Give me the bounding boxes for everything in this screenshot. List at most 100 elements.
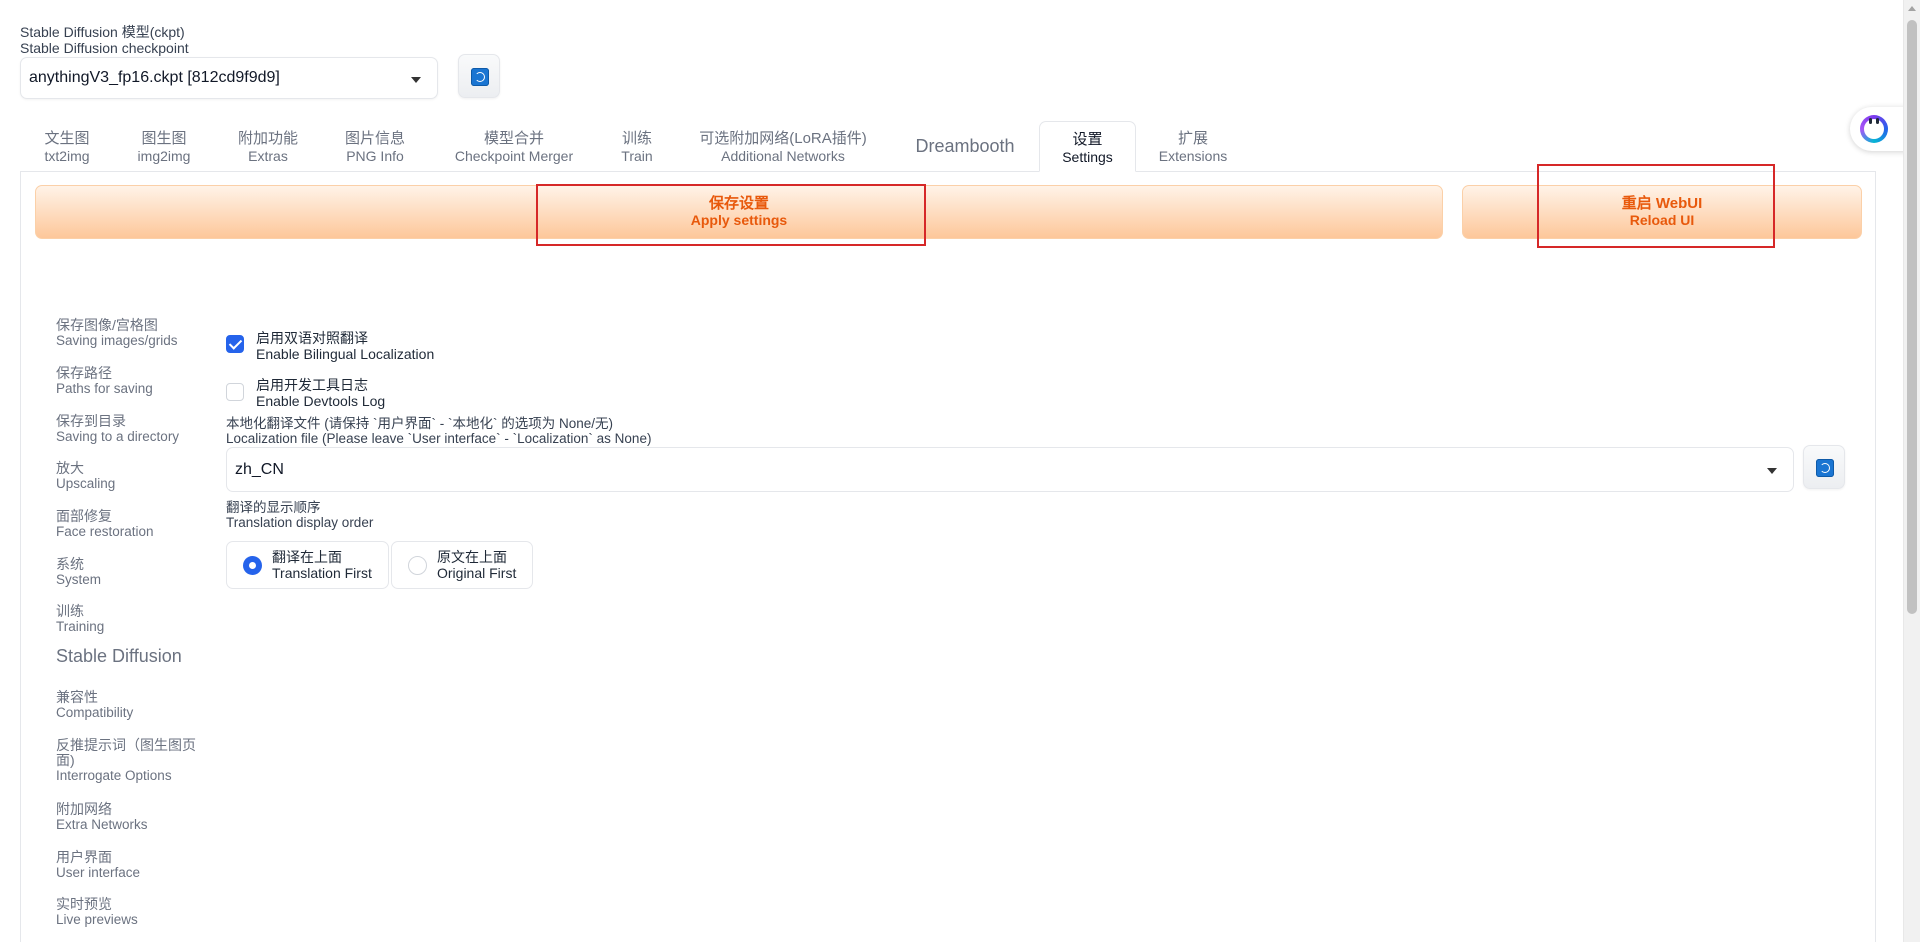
devtools-label-en: Enable Devtools Log bbox=[256, 393, 386, 409]
sidebar-item-label-en: Live previews bbox=[56, 912, 138, 927]
sidebar-item-label-en: Saving images/grids bbox=[56, 333, 178, 348]
localization-file-label-en: Localization file (Please leave `User in… bbox=[226, 431, 652, 446]
tab-img2img[interactable]: 图生图 img2img bbox=[130, 130, 198, 164]
devtools-label-zh: 启用开发工具日志 bbox=[256, 377, 368, 393]
sidebar-item-upscaling[interactable]: 放大 Upscaling bbox=[56, 460, 206, 492]
tab-settings[interactable]: 设置 Settings bbox=[1039, 121, 1136, 172]
assistant-eye-icon bbox=[1869, 118, 1872, 124]
sidebar-item-saving-images[interactable]: 保存图像/宫格图 Saving images/grids bbox=[56, 317, 206, 349]
checkpoint-label: Stable Diffusion 模型(ckpt) Stable Diffusi… bbox=[20, 24, 189, 56]
tab-label-en: Additional Networks bbox=[721, 148, 845, 164]
radio-original-first-label: 原文在上面 Original First bbox=[437, 549, 516, 581]
checkpoint-value: anythingV3_fp16.ckpt [812cd9f9d9] bbox=[29, 69, 280, 86]
sidebar-item-label-en: Face restoration bbox=[56, 524, 154, 539]
localization-file-label-zh: 本地化翻译文件 (请保持 `用户界面` - `本地化` 的选项为 None/无) bbox=[226, 416, 613, 431]
display-order-label-en: Translation display order bbox=[226, 515, 374, 530]
tab-label-zh: 训练 bbox=[621, 130, 652, 147]
tab-label-en: txt2img bbox=[44, 148, 90, 164]
radio-translation-first-label: 翻译在上面 Translation First bbox=[272, 549, 372, 581]
sidebar-item-label-zh: 附加网络 bbox=[56, 801, 112, 817]
assistant-eye-icon bbox=[1876, 118, 1879, 124]
sidebar-item-label: Stable Diffusion bbox=[56, 646, 182, 666]
sidebar-item-extra-networks[interactable]: 附加网络 Extra Networks bbox=[56, 801, 206, 833]
radio-unselected-icon bbox=[408, 556, 427, 575]
checkpoint-refresh-button[interactable] bbox=[458, 54, 500, 98]
display-order-label: 翻译的显示顺序 Translation display order bbox=[226, 500, 373, 530]
scrollbar-thumb[interactable] bbox=[1907, 20, 1917, 614]
radio-label-zh: 原文在上面 bbox=[437, 549, 507, 565]
sidebar-item-label-en: Saving to a directory bbox=[56, 429, 180, 444]
checkpoint-dropdown[interactable]: anythingV3_fp16.ckpt [812cd9f9d9] bbox=[20, 57, 438, 99]
sidebar-item-label-en: Upscaling bbox=[56, 476, 116, 491]
display-order-label-zh: 翻译的显示顺序 bbox=[226, 500, 321, 515]
devtools-log-label: 启用开发工具日志 Enable Devtools Log bbox=[256, 377, 385, 409]
tab-train[interactable]: 训练 Train bbox=[614, 130, 660, 164]
radio-translation-first[interactable]: 翻译在上面 Translation First bbox=[226, 541, 389, 589]
sidebar-item-interrogate[interactable]: 反推提示词（图生图页面) Interrogate Options bbox=[56, 738, 196, 784]
checkpoint-label-zh: Stable Diffusion 模型(ckpt) bbox=[20, 24, 185, 40]
sidebar-item-label-en: Training bbox=[56, 619, 105, 634]
chevron-down-icon bbox=[411, 77, 421, 83]
tab-txt2img[interactable]: 文生图 txt2img bbox=[37, 130, 97, 164]
tab-label-zh: 图生图 bbox=[141, 130, 187, 147]
sidebar-item-label-zh: 训练 bbox=[56, 603, 84, 619]
radio-label-en: Translation First bbox=[272, 565, 372, 581]
tab-additional-networks[interactable]: 可选附加网络(LoRA插件) Additional Networks bbox=[690, 130, 876, 164]
tab-label-zh: 图片信息 bbox=[344, 130, 405, 147]
checkpoint-label-en: Stable Diffusion checkpoint bbox=[20, 40, 189, 56]
sidebar-item-user-interface[interactable]: 用户界面 User interface bbox=[56, 849, 206, 881]
sidebar-item-saving-directory[interactable]: 保存到目录 Saving to a directory bbox=[56, 413, 206, 445]
localization-file-value: zh_CN bbox=[235, 461, 284, 478]
bilingual-label: 启用双语对照翻译 Enable Bilingual Localization bbox=[256, 330, 434, 362]
sidebar-item-paths[interactable]: 保存路径 Paths for saving bbox=[56, 366, 206, 397]
tab-extensions[interactable]: 扩展 Extensions bbox=[1153, 130, 1233, 164]
tab-extras[interactable]: 附加功能 Extras bbox=[232, 130, 304, 164]
sidebar-item-label-zh: 放大 bbox=[56, 460, 84, 476]
sidebar-item-label-zh: 面部修复 bbox=[56, 508, 112, 524]
sidebar-item-label-zh: 保存图像/宫格图 bbox=[56, 317, 158, 333]
devtools-log-checkbox[interactable] bbox=[226, 383, 244, 401]
chevron-down-icon bbox=[1767, 468, 1777, 474]
radio-label-zh: 翻译在上面 bbox=[272, 549, 342, 565]
sidebar-item-compatibility[interactable]: 兼容性 Compatibility bbox=[56, 690, 206, 721]
tab-label-zh: 附加功能 bbox=[237, 130, 298, 147]
localization-file-label: 本地化翻译文件 (请保持 `用户界面` - `本地化` 的选项为 None/无)… bbox=[226, 416, 651, 446]
sidebar-item-label-en: User interface bbox=[56, 865, 141, 880]
tab-label-en: PNG Info bbox=[346, 148, 404, 164]
localization-refresh-button[interactable] bbox=[1803, 445, 1845, 489]
localization-file-dropdown[interactable]: zh_CN bbox=[226, 447, 1794, 492]
sidebar-item-face-restoration[interactable]: 面部修复 Face restoration bbox=[56, 508, 206, 540]
sidebar-item-live-previews[interactable]: 实时预览 Live previews bbox=[56, 896, 206, 928]
sidebar-item-label-en: System bbox=[56, 572, 102, 587]
refresh-icon bbox=[471, 68, 489, 86]
tab-label-en: Settings bbox=[1062, 149, 1113, 165]
tab-label-en: Extras bbox=[248, 148, 288, 164]
radio-original-first[interactable]: 原文在上面 Original First bbox=[391, 541, 533, 589]
assistant-widget[interactable] bbox=[1850, 107, 1910, 151]
scroll-up-icon[interactable] bbox=[1908, 6, 1916, 11]
radio-label-en: Original First bbox=[437, 565, 517, 581]
sidebar-item-label-zh: 保存到目录 bbox=[56, 413, 126, 429]
refresh-icon bbox=[1816, 459, 1834, 477]
sidebar-item-label-zh: 用户界面 bbox=[56, 849, 112, 865]
tab-label: Dreambooth bbox=[915, 136, 1015, 156]
tab-dreambooth[interactable]: Dreambooth bbox=[906, 137, 1024, 155]
bilingual-label-en: Enable Bilingual Localization bbox=[256, 346, 435, 362]
highlight-box-reload bbox=[1537, 164, 1775, 248]
sidebar-item-stable-diffusion[interactable]: Stable Diffusion bbox=[56, 646, 206, 666]
tab-checkpoint-merger[interactable]: 模型合并 Checkpoint Merger bbox=[446, 130, 582, 164]
sidebar-item-label-en: Interrogate Options bbox=[56, 768, 172, 783]
page-scrollbar[interactable] bbox=[1903, 0, 1920, 942]
tab-png-info[interactable]: 图片信息 PNG Info bbox=[338, 130, 412, 164]
sidebar-item-label-en: Extra Networks bbox=[56, 817, 148, 832]
highlight-box-apply bbox=[536, 184, 926, 246]
sidebar-item-label-zh: 系统 bbox=[56, 556, 84, 572]
sidebar-item-system[interactable]: 系统 System bbox=[56, 556, 206, 588]
bilingual-checkbox[interactable] bbox=[226, 335, 244, 353]
settings-page: Stable Diffusion 模型(ckpt) Stable Diffusi… bbox=[0, 0, 1920, 942]
sidebar-item-training[interactable]: 训练 Training bbox=[56, 603, 206, 635]
radio-selected-icon bbox=[243, 556, 262, 575]
tab-label-en: Train bbox=[621, 148, 653, 164]
sidebar-item-label-zh: 实时预览 bbox=[56, 896, 112, 912]
tab-label-zh: 设置 bbox=[1072, 131, 1103, 148]
